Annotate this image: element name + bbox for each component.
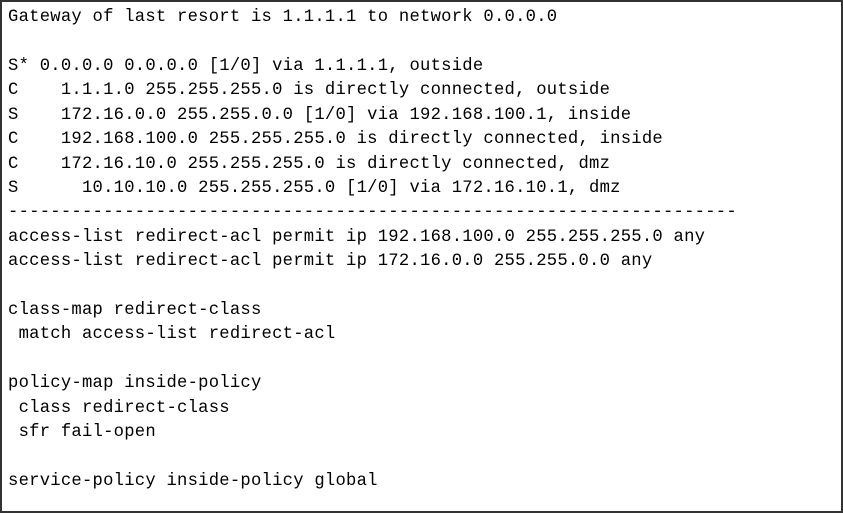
cli-output-box: Gateway of last resort is 1.1.1.1 to net… [0,0,843,513]
gateway-line: Gateway of last resort is 1.1.1.1 to net… [8,8,557,27]
service-policy-line: service-policy inside-policy global [8,472,378,491]
acl-line: access-list redirect-acl permit ip 192.1… [8,228,705,247]
route-line: C 172.16.10.0 255.255.255.0 is directly … [8,155,610,174]
policy-map-class: class redirect-class [8,399,230,418]
route-line: S* 0.0.0.0 0.0.0.0 [1/0] via 1.1.1.1, ou… [8,57,483,76]
route-line: C 1.1.1.0 255.255.255.0 is directly conn… [8,81,610,100]
acl-line: access-list redirect-acl permit ip 172.1… [8,252,652,271]
separator-line: ----------------------------------------… [8,203,737,222]
policy-map-sfr: sfr fail-open [8,423,156,442]
policy-map-header: policy-map inside-policy [8,374,262,393]
route-line: C 192.168.100.0 255.255.255.0 is directl… [8,130,663,149]
route-line: S 10.10.10.0 255.255.255.0 [1/0] via 172… [8,179,621,198]
class-map-header: class-map redirect-class [8,301,262,320]
route-line: S 172.16.0.0 255.255.0.0 [1/0] via 192.1… [8,106,631,125]
class-map-match: match access-list redirect-acl [8,325,336,344]
